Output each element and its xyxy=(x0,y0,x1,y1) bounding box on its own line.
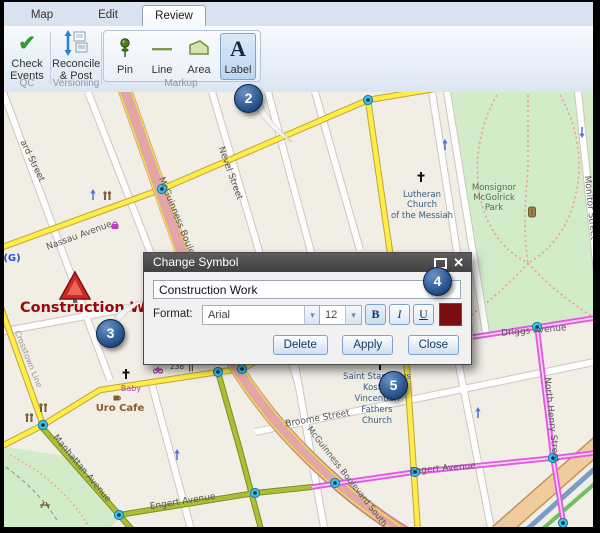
vertex-dot[interactable] xyxy=(213,367,222,376)
person-body xyxy=(104,195,106,200)
ribbon-tabstrip: Map Edit Review xyxy=(4,2,593,26)
person-head xyxy=(108,191,111,194)
callout-badge-4: 4 xyxy=(423,267,452,296)
callout-badge-5: 5 xyxy=(379,371,408,400)
apply-button[interactable]: Apply xyxy=(342,335,393,355)
map-label: Uro Cafe xyxy=(96,403,145,414)
format-row: Format: Arial ▾ 12 ▾ B I U xyxy=(153,305,463,325)
vertex-inner xyxy=(366,98,370,102)
area-label: Area xyxy=(187,64,210,76)
vertex-inner xyxy=(41,423,45,427)
vertex-inner xyxy=(333,481,337,485)
vertex-inner xyxy=(561,521,565,525)
callout-badge-2: 2 xyxy=(234,84,263,113)
vertex-dot[interactable] xyxy=(363,95,372,104)
person-head xyxy=(44,403,47,406)
map-label: Park xyxy=(485,203,503,213)
pin-icon xyxy=(108,34,142,64)
map-label: Baby xyxy=(121,384,141,393)
italic-button[interactable]: I xyxy=(389,304,410,325)
vertex-inner xyxy=(216,370,220,374)
tab-review[interactable]: Review xyxy=(142,5,206,27)
vertex-inner xyxy=(253,491,257,495)
vertex-dot[interactable] xyxy=(237,364,246,373)
label-button[interactable]: A Label xyxy=(220,33,256,80)
line-button[interactable]: Line xyxy=(144,33,180,80)
vertex-dot[interactable] xyxy=(330,478,339,487)
vertex-dot[interactable] xyxy=(558,518,567,527)
person-body xyxy=(45,407,47,412)
ribbon: ✔ Check Events QC xyxy=(4,26,593,93)
map-label: Church xyxy=(362,416,392,426)
font-size-value: 12 xyxy=(325,309,337,321)
line-icon xyxy=(145,34,179,64)
group-label-markup: Markup xyxy=(103,78,259,89)
vertex-dot[interactable] xyxy=(38,420,47,429)
person-head xyxy=(25,413,28,416)
area-icon xyxy=(182,34,216,64)
format-label: Format: xyxy=(153,308,193,320)
map-label: Monsignor xyxy=(472,183,517,193)
close-icon[interactable]: ✕ xyxy=(453,253,464,272)
font-family-select[interactable]: Arial ▾ xyxy=(202,305,321,325)
bold-button[interactable]: B xyxy=(365,304,386,325)
map-label: McGolrick xyxy=(473,193,515,203)
delete-button[interactable]: Delete xyxy=(273,335,328,355)
vertex-dot[interactable] xyxy=(250,488,259,497)
tab-edit[interactable]: Edit xyxy=(76,5,140,26)
person-head xyxy=(103,191,106,194)
person-body xyxy=(40,407,42,412)
map-label: Fathers xyxy=(361,405,393,415)
chevron-down-icon[interactable]: ▾ xyxy=(345,306,361,324)
monument-icon xyxy=(529,207,536,217)
dialog-titlebar[interactable]: Change Symbol ✕ xyxy=(144,253,471,272)
person-body xyxy=(26,417,28,422)
dialog-buttons: Delete Apply Close xyxy=(263,335,459,355)
vertex-dot[interactable] xyxy=(114,510,123,519)
person-head xyxy=(39,403,42,406)
font-family-value: Arial xyxy=(208,309,230,321)
change-symbol-dialog: Change Symbol ✕ Format: Arial ▾ 12 ▾ B I… xyxy=(143,252,472,365)
close-button[interactable]: Close xyxy=(408,335,459,355)
chevron-down-icon[interactable]: ▾ xyxy=(304,306,320,324)
callout-badge-3: 3 xyxy=(96,319,125,348)
person-body xyxy=(109,195,111,200)
ribbon-group-markup: Pin Line Area xyxy=(4,28,364,90)
map-label: Church xyxy=(407,200,437,210)
color-swatch[interactable] xyxy=(439,303,462,326)
person-head xyxy=(30,413,33,416)
knife xyxy=(192,365,193,372)
pin-button[interactable]: Pin xyxy=(107,33,143,80)
label-label: Label xyxy=(225,64,252,76)
label-icon: A xyxy=(221,34,255,64)
symbol-text-input[interactable] xyxy=(153,280,461,299)
line-label: Line xyxy=(152,64,173,76)
map-label: Lutheran xyxy=(403,190,441,200)
dialog-title: Change Symbol xyxy=(144,255,238,269)
underline-button[interactable]: U xyxy=(413,304,434,325)
person-body xyxy=(31,417,33,422)
markup-button-box: Pin Line Area xyxy=(103,30,261,82)
area-button[interactable]: Area xyxy=(181,33,217,80)
font-size-select[interactable]: 12 ▾ xyxy=(319,305,362,325)
cup-body xyxy=(114,396,120,401)
vertex-inner xyxy=(240,367,244,371)
map-label: of the Messiah xyxy=(391,211,453,221)
tab-map[interactable]: Map xyxy=(10,5,74,26)
map-label: (G) xyxy=(4,253,21,264)
vertex-inner xyxy=(117,513,121,517)
fork xyxy=(189,365,190,372)
pin-label: Pin xyxy=(117,64,133,76)
